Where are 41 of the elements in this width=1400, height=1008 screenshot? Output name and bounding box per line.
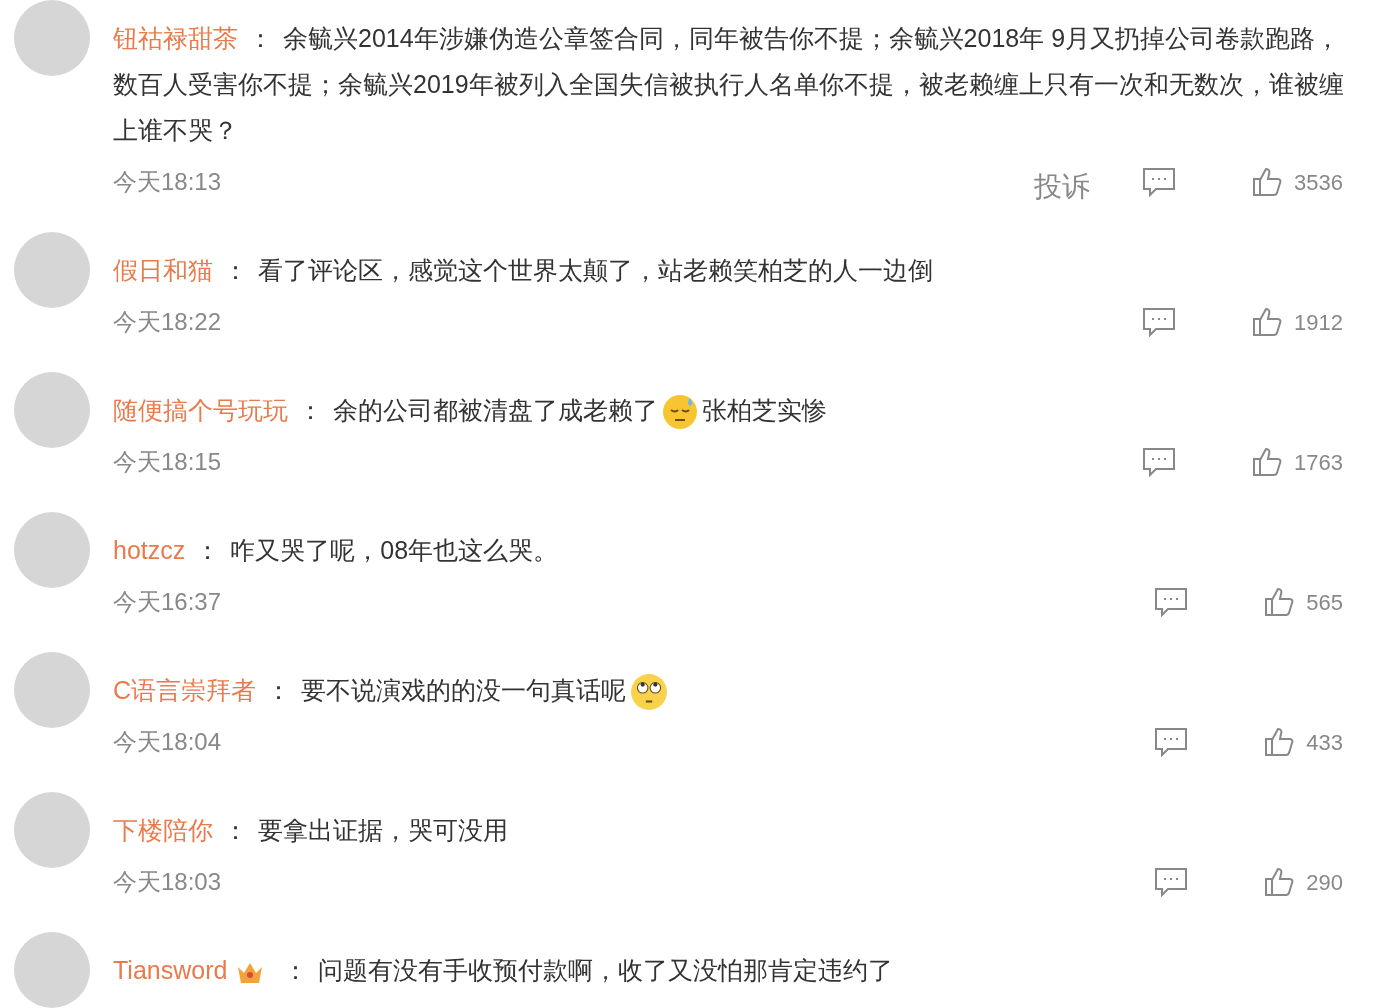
timestamp: 今天18:22 [113,307,222,337]
thumbs-up-icon[interactable] [1264,587,1295,617]
comment-icon[interactable] [1142,167,1177,197]
comment-text: hotzcz ： 咋又哭了呢，08年也这么哭。 [113,535,560,566]
comment-text: C语言崇拜者 ： 要不说演戏的的没一句真话呢 [113,667,1360,713]
comment-icon[interactable] [1154,867,1189,897]
username[interactable]: 下楼陪你 [113,816,213,844]
thumbs-up-icon[interactable] [1252,447,1283,477]
eye-roll-emoji-icon [630,673,669,712]
comment-text: 假日和猫 ： 看了评论区，感觉这个世界太颠了，站老赖笑柏芝的人一边倒 [113,255,934,286]
username[interactable]: 钮祜禄甜茶 [113,24,238,52]
timestamp: 今天18:04 [113,727,222,757]
like-count: 3536 [1294,168,1343,197]
like-count: 565 [1306,588,1343,617]
comment-icon[interactable] [1154,587,1189,617]
comment-text: Tiansword ： 问题有没有手收预付款啊，收了又没怕那肯定违约了 [113,955,895,988]
report-link[interactable]: 投诉 [1034,166,1091,208]
timestamp: 今天18:15 [113,447,222,477]
comment-text: 下楼陪你 ： 要拿出证据，哭可没用 [113,815,509,846]
comment-text: 钮祜禄甜茶 ： 余毓兴2014年涉嫌伪造公章签合同，同年被告你不提；余毓兴2018年 9月又扔掉公司卷款跑路，数百人受害你不提；余毓兴2019年被列入全国失信被执行人名单你不提，被老赖缠上只有一次和无数次，谁被缠上谁不哭？ [113,23,1345,146]
username[interactable]: 假日和猫 [113,256,213,284]
timestamp: 今天18:13 [113,167,222,197]
timestamp: 今天16:37 [113,587,222,617]
like-count: 1912 [1294,308,1343,337]
username[interactable]: hotzcz [113,536,186,564]
comment-icon[interactable] [1142,307,1177,337]
comment-icon[interactable] [1142,447,1177,477]
thumbs-up-icon[interactable] [1264,727,1295,757]
username[interactable]: Tiansword [113,956,228,984]
like-count: 1763 [1294,448,1343,477]
thumbs-up-icon[interactable] [1252,167,1283,197]
like-count: 433 [1306,728,1343,757]
timestamp: 今天18:03 [113,867,222,897]
comment-icon[interactable] [1154,727,1189,757]
username[interactable]: C语言崇拜者 [113,676,257,704]
thumbs-up-icon[interactable] [1264,867,1295,897]
like-count: 290 [1306,868,1343,897]
sweat-emoji-icon [662,394,698,431]
username[interactable]: 随便搞个号玩玩 [113,396,288,424]
comment-text: 随便搞个号玩玩 ： 余的公司都被清盘了成老赖了 张柏芝实惨 [113,387,1360,433]
thumbs-up-icon[interactable] [1252,307,1283,337]
